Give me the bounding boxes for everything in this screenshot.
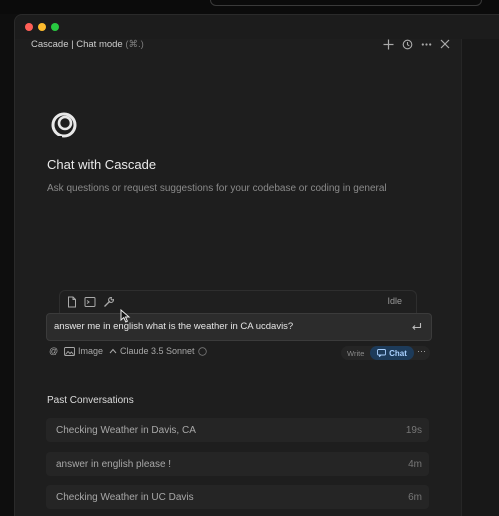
conversation-title: answer in english please !: [56, 459, 172, 470]
conversation-item[interactable]: Checking Weather in UC Davis 6m: [46, 485, 429, 509]
desktop-search-bar[interactable]: [210, 0, 482, 6]
desktop-top-strip: [0, 0, 499, 14]
past-conversations-heading: Past Conversations: [47, 395, 134, 406]
status-text: Idle: [387, 296, 402, 306]
file-icon[interactable]: [66, 296, 78, 308]
conversation-item[interactable]: answer in english please ! 4m: [46, 452, 429, 476]
close-icon[interactable]: [439, 38, 451, 50]
chat-icon: [377, 349, 387, 357]
window-zoom-button[interactable]: [51, 23, 59, 31]
window-minimize-button[interactable]: [38, 23, 46, 31]
enter-icon[interactable]: [411, 321, 422, 332]
window-close-button[interactable]: [25, 23, 33, 31]
shortcut-hint: (⌘.): [125, 39, 144, 50]
mention-button[interactable]: @: [49, 346, 58, 356]
info-icon[interactable]: [197, 346, 207, 356]
ide-window: Cascade | Chat mode (⌘.) Chat with Casca…: [14, 14, 499, 516]
mode-chat-label: Chat: [389, 348, 407, 358]
window-titlebar: [15, 15, 499, 39]
at-icon: @: [49, 346, 59, 356]
wrench-icon[interactable]: [103, 296, 115, 308]
conversation-item[interactable]: Checking Weather in Davis, CA 19s: [46, 418, 429, 442]
editor-side-area: [461, 39, 499, 516]
more-icon[interactable]: [420, 38, 432, 50]
mode-toggle: Write Chat ···: [341, 346, 430, 360]
image-label: Image: [78, 346, 104, 356]
mouse-cursor-icon: [120, 309, 131, 323]
conversation-time: 6m: [408, 492, 422, 503]
cascade-panel: [15, 39, 461, 516]
chevron-up-icon: [109, 348, 117, 354]
model-label: Claude 3.5 Sonnet: [120, 346, 195, 356]
mode-chat-button[interactable]: Chat: [370, 346, 414, 360]
plus-icon[interactable]: [382, 38, 394, 50]
conversation-time: 4m: [408, 459, 422, 470]
conversation-title: Checking Weather in UC Davis: [56, 492, 194, 503]
hero-title: Chat with Cascade: [47, 157, 157, 172]
image-button[interactable]: Image: [64, 346, 103, 356]
image-icon: [64, 346, 75, 356]
chat-input[interactable]: answer me in english what is the weather…: [46, 313, 432, 341]
conversation-time: 19s: [405, 425, 422, 436]
terminal-icon[interactable]: [84, 296, 96, 308]
panel-title-text: Cascade | Chat mode: [31, 39, 123, 50]
history-icon[interactable]: [401, 38, 413, 50]
model-selector[interactable]: Claude 3.5 Sonnet: [109, 346, 207, 356]
mode-more-icon[interactable]: ···: [417, 346, 426, 356]
panel-title: Cascade | Chat mode (⌘.): [31, 39, 144, 50]
mode-write-button[interactable]: Write: [347, 349, 364, 358]
cascade-logo-icon: [51, 112, 77, 140]
composer-toolbar: Idle: [59, 290, 417, 313]
hero-subtitle: Ask questions or request suggestions for…: [47, 183, 387, 194]
conversation-title: Checking Weather in Davis, CA: [56, 425, 196, 436]
chat-input-value[interactable]: answer me in english what is the weather…: [54, 321, 293, 332]
